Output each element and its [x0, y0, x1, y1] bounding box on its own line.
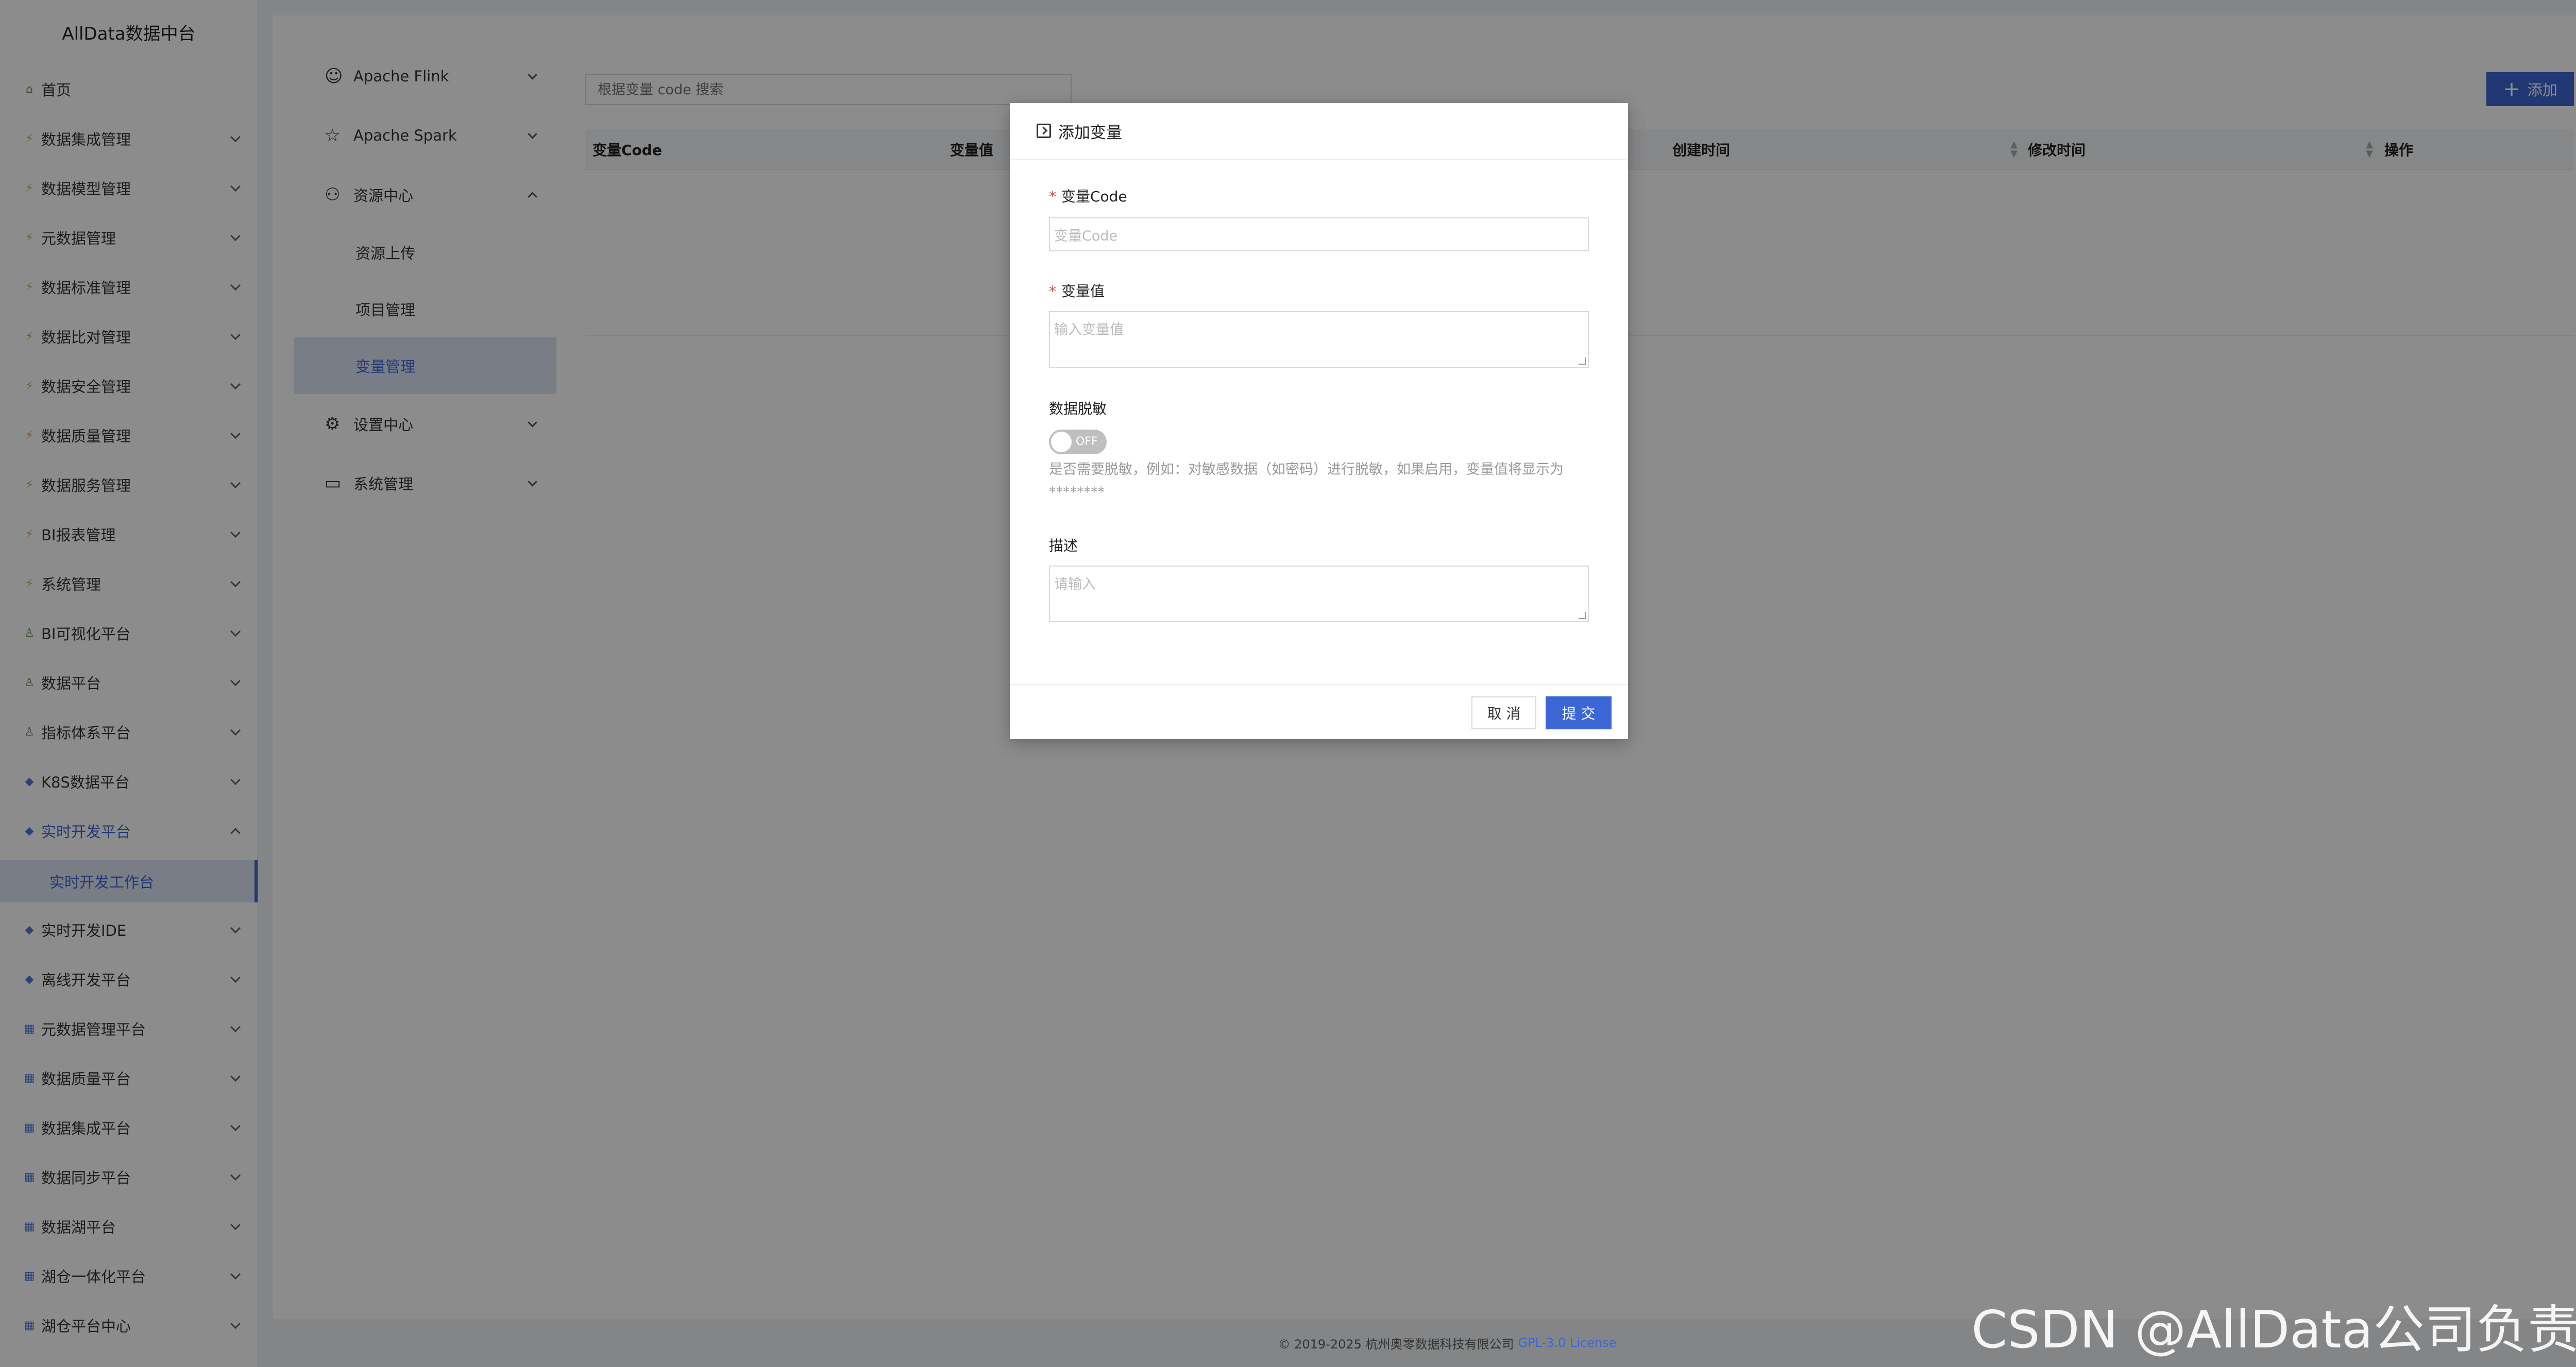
data-masking-hint: 是否需要脱敏，例如：对敏感数据（如密码）进行脱敏，如果启用，变量值将显示为***… — [1049, 462, 1564, 500]
description-placeholder: 请输入 — [1054, 576, 1096, 592]
toggle-knob — [1051, 432, 1072, 452]
variable-value-label-text: 变量值 — [1061, 283, 1105, 300]
variable-code-placeholder: 变量Code — [1054, 228, 1118, 244]
add-variable-dialog: 添加变量 * 变量Code 变量Code * 变量值 输入变量值 数据脱敏 OFF … — [1010, 103, 1628, 739]
variable-code-input[interactable]: 变量Code — [1049, 217, 1589, 251]
data-masking-label: 数据脱敏 — [1049, 400, 1107, 417]
watermark: CSDN @AllData公司负责人 — [1971, 1300, 2576, 1360]
dialog-footer: 取 消 提 交 — [1010, 684, 1628, 739]
cancel-button[interactable]: 取 消 — [1471, 696, 1536, 729]
variable-value-placeholder: 输入变量值 — [1054, 322, 1124, 338]
footer-license-link[interactable]: GPL-3.0 License — [1518, 1336, 1617, 1350]
variable-code-label-text: 变量Code — [1061, 188, 1127, 205]
dialog-title: 添加变量 — [1058, 123, 1122, 142]
submit-button[interactable]: 提 交 — [1546, 696, 1612, 729]
required-mark: * — [1049, 188, 1056, 205]
description-textarea[interactable]: 请输入 — [1049, 566, 1589, 622]
close-icon[interactable]: × — [1632, 114, 1651, 133]
variable-code-label: * 变量Code — [1049, 185, 1127, 206]
variable-value-textarea[interactable]: 输入变量值 — [1049, 311, 1589, 368]
required-mark: * — [1049, 283, 1056, 300]
description-label: 描述 — [1049, 537, 1078, 554]
data-masking-toggle[interactable]: OFF — [1049, 430, 1107, 454]
footer-copyright: © 2019-2025 杭州奥零数据科技有限公司 — [1278, 1337, 1514, 1352]
variable-value-label: * 变量值 — [1049, 280, 1105, 301]
resize-handle-icon[interactable] — [1579, 357, 1586, 365]
dialog-header: 添加变量 — [1010, 103, 1628, 160]
toggle-text: OFF — [1076, 435, 1098, 448]
terminal-icon — [1037, 124, 1051, 138]
resize-handle-icon[interactable] — [1579, 612, 1586, 619]
